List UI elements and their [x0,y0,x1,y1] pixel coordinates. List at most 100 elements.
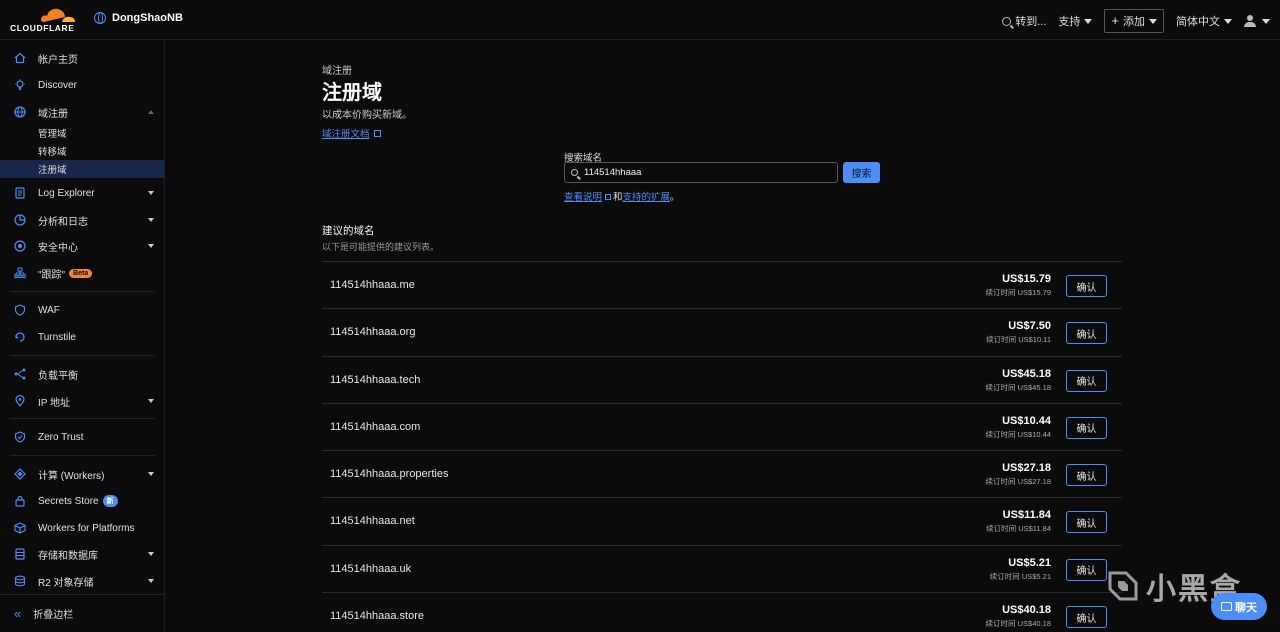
language-menu[interactable]: 简体中文 [1176,13,1232,29]
sidebar-item-label: IP 地址 [38,397,71,409]
renew-value: US$40.18 [1017,619,1051,629]
shield-check-icon [14,431,26,443]
search-field[interactable] [564,162,838,183]
confirm-button[interactable]: 确认 [1066,369,1107,392]
sidebar-item-label: Turnstile [38,331,76,343]
sidebar-item-load-balancing[interactable]: 负载平衡 [0,363,164,385]
sidebar-item-analytics[interactable]: 分析和日志 [0,209,164,231]
cloudflare-logo[interactable]: CLOUDFLARE [10,6,80,34]
sidebar-item-label: 分析和日志 [38,216,88,228]
sidebar-subitem-transfer-domains[interactable]: 转移域 [0,142,164,160]
chevron-down-icon [148,552,154,556]
renew-prefix: 续订时间 [985,429,1016,439]
price-block: US$27.18 续订时间 US$27.18 [986,462,1051,487]
renew-prefix: 续订时间 [986,335,1017,345]
confirm-button[interactable]: 确认 [1066,275,1107,297]
support-menu[interactable]: 支持 [1058,13,1093,29]
chat-label: 聊天 [1235,601,1257,614]
sidebar-subitem-register-domains[interactable]: 注册域 [0,160,164,178]
sidebar-item-r2-storage[interactable]: R2 对象存储 [0,570,164,592]
sidebar-item-workers-for-platforms[interactable]: Workers for Platforms [0,517,164,539]
domain-row: 114514hhaaa.tech US$45.18 续订时间 US$45.18 确认 [322,355,1122,403]
price-block: US$5.21 续订时间 US$5.21 [990,557,1051,582]
confirm-button[interactable]: 确认 [1066,511,1107,534]
sidebar-item-label: Discover [38,79,77,91]
sidebar-item-storage-databases[interactable]: 存储和数据库 [0,543,164,565]
account-switcher[interactable]: DongShaoNB [94,12,183,24]
sidebar-subitem-label: 转移域 [38,147,67,158]
suggestions-heading: 建议的域名 [322,225,375,237]
supported-extensions-link[interactable]: 支持的扩展 [623,192,671,203]
sidebar-item-log-explorer[interactable]: Log Explorer [0,182,164,204]
search-button[interactable]: 搜索 [843,162,880,183]
user-menu[interactable] [1244,15,1270,27]
sidebar-item-waf[interactable]: WAF [0,299,164,321]
page-description: 以成本价购买新域。 [322,110,412,121]
chevron-down-icon [1224,18,1232,24]
domain-name: 114514hhaaa.net [330,515,415,528]
sidebar-item-workers[interactable]: 计算 (Workers) [0,463,164,485]
external-link-icon [605,194,612,200]
sidebar-divider [10,355,155,356]
suggestions-list: 114514hhaaa.me US$15.79 续订时间 US$15.79 确认 114… [322,261,1122,632]
lightbulb-icon [14,79,26,91]
chat-button[interactable]: 聊天 [1211,593,1267,620]
confirm-button[interactable]: 确认 [1066,322,1107,345]
sidebar-item-secrets-store[interactable]: Secrets Store 新 [0,490,164,512]
renew-value: US$5.21 [1021,571,1051,581]
price-block: US$40.18 续订时间 US$40.18 [986,604,1051,629]
and-text: 和 [613,192,623,203]
collapse-sidebar-button[interactable]: « 折叠边栏 [0,594,164,632]
home-icon [14,52,26,64]
domain-name: 114514hhaaa.me [330,279,415,291]
domain-name: 114514hhaaa.store [330,610,424,623]
price: US$40.18 [1002,604,1051,617]
sidebar-item-trace[interactable]: "跟踪" Beta [0,262,164,284]
sidebar-item-ip-addresses[interactable]: IP 地址 [0,390,164,412]
database-icon [14,548,26,560]
sidebar-item-domain-registration[interactable]: 域注册 [0,101,164,123]
domain-row: 114514hhaaa.store US$40.18 续订时间 US$40.18 确认 [322,592,1122,632]
domain-search-input[interactable] [584,167,824,178]
sidebar-item-turnstile[interactable]: Turnstile [0,326,164,348]
domain-name: 114514hhaaa.com [330,420,421,433]
confirm-button[interactable]: 确认 [1066,416,1107,439]
breadcrumb[interactable]: 域注册 [322,62,352,77]
search-help: 查看说明 和支持的扩展。 [564,189,680,203]
sidebar-item-label: 负载平衡 [38,370,78,382]
help-link[interactable]: 查看说明 [564,192,602,203]
domain-name: 114514hhaaa.org [330,326,416,339]
domain-name: 114514hhaaa.tech [330,373,421,386]
add-button[interactable]: + 添加 [1104,9,1164,33]
renew-value: US$45.18 [1017,382,1051,392]
search-icon [571,169,578,176]
sidebar-item-security-center[interactable]: 安全中心 [0,235,164,257]
sidebar-item-account-home[interactable]: 帐户主页 [0,47,164,69]
shield-icon [14,304,26,316]
chevron-down-icon [1149,18,1157,24]
domain-name: 114514hhaaa.properties [330,468,449,481]
price: US$5.21 [1008,556,1051,569]
cube-icon [14,522,26,534]
docs-link[interactable]: 域注册文档 [322,126,381,140]
globe-icon [14,106,26,118]
confirm-button[interactable]: 确认 [1066,558,1107,581]
confirm-button[interactable]: 确认 [1066,464,1107,487]
sidebar-divider [10,455,155,456]
sidebar-item-discover[interactable]: Discover [0,74,164,96]
search-icon [1002,16,1012,26]
chart-pie-icon [14,214,26,226]
renew-prefix: 续订时间 [986,524,1017,534]
price: US$7.50 [1008,320,1051,333]
renew-price: 续订时间 US$11.84 [986,523,1051,534]
renew-value: US$15.79 [1017,288,1051,297]
sidebar-item-zero-trust[interactable]: Zero Trust [0,426,164,448]
renew-price: 续订时间 US$45.18 [986,382,1051,393]
sidebar-subitem-label: 管理域 [38,129,67,140]
renew-price: 续订时间 US$15.79 [986,287,1051,298]
confirm-button[interactable]: 确认 [1066,606,1107,629]
sidebar-subitem-manage-domains[interactable]: 管理域 [0,124,164,142]
goto-button[interactable]: 转到... [1002,13,1046,29]
sidebar-divider [10,291,155,292]
renew-price: 续订时间 US$40.18 [986,618,1051,629]
